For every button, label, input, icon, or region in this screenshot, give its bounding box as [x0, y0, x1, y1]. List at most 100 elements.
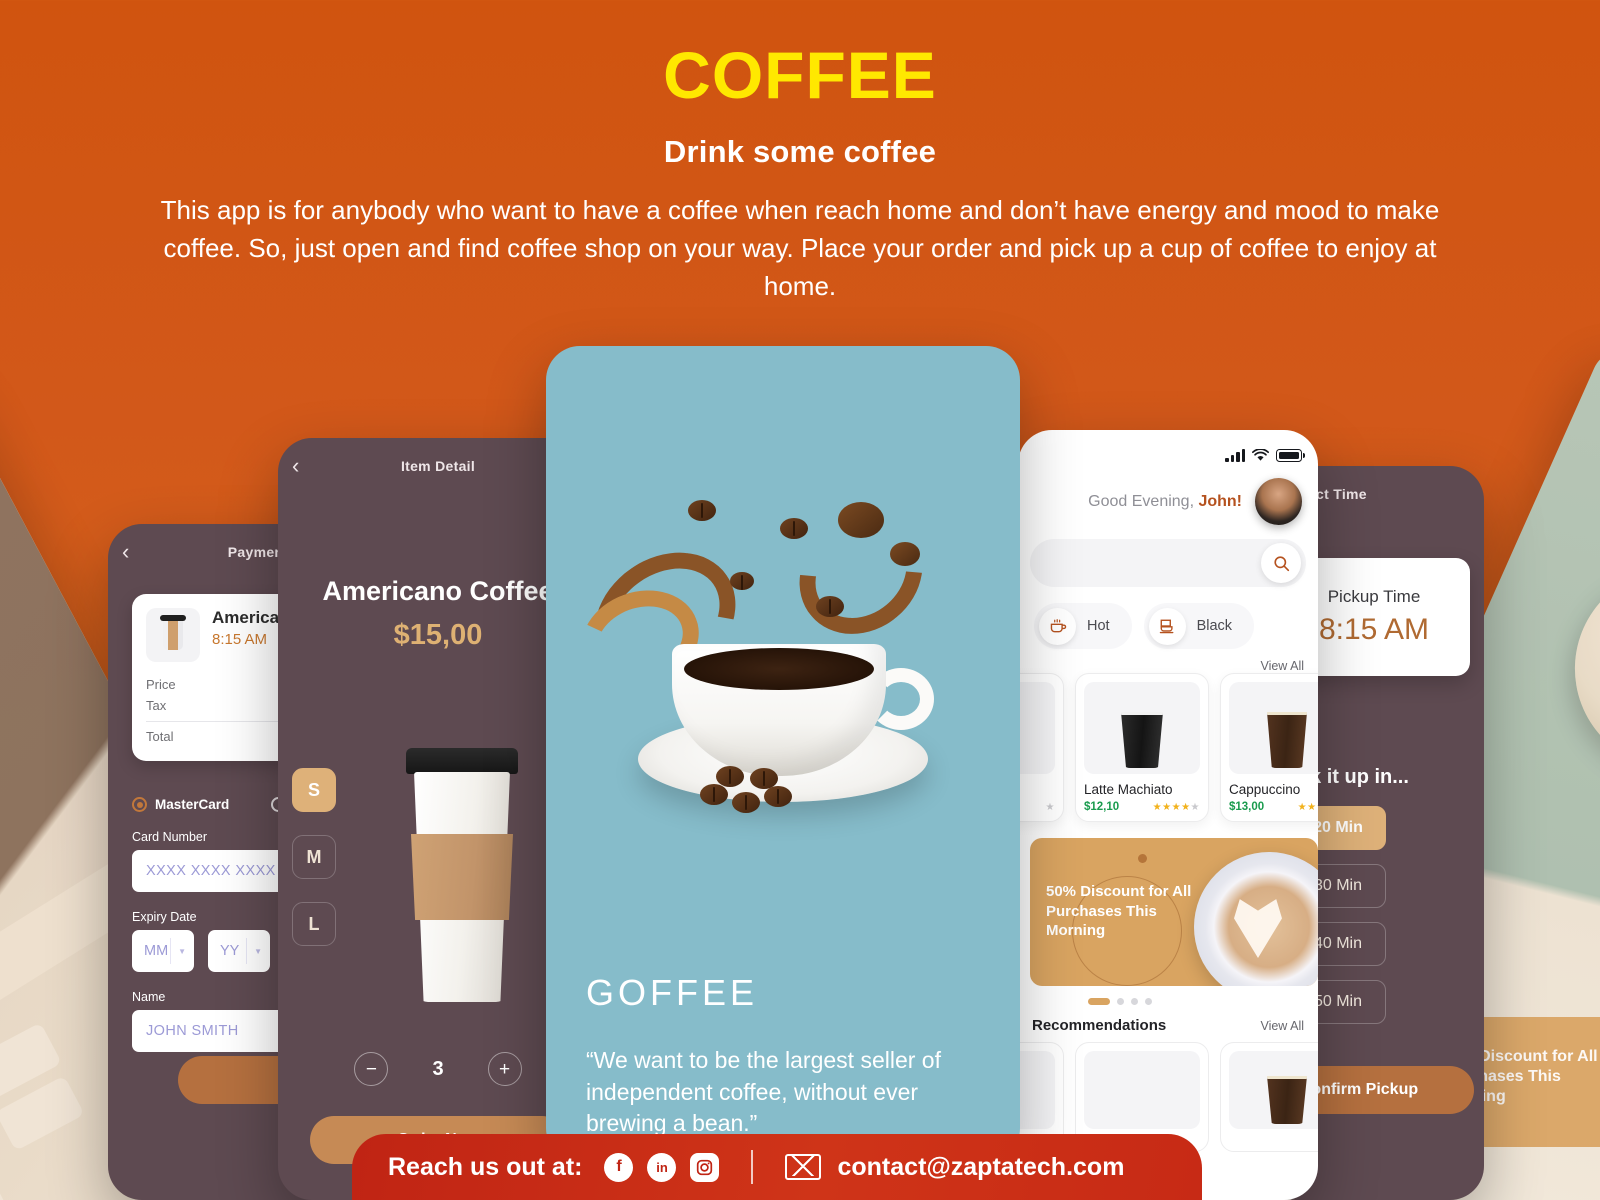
product-card[interactable]: ★ [1018, 673, 1064, 822]
battery-icon [1276, 448, 1305, 462]
promo-banner[interactable]: 50% Discount for All Purchases This Morn… [1030, 838, 1318, 986]
chevron-left-icon[interactable]: ‹ [292, 455, 299, 477]
facebook-icon[interactable]: f [604, 1152, 634, 1182]
coffee-splash-illustration [567, 489, 986, 926]
product-name: Cappuccino [1229, 782, 1301, 797]
brown-cup-icon [1229, 1051, 1318, 1129]
size-option-l[interactable]: L [292, 902, 336, 946]
page-subtitle: Drink some coffee [663, 134, 937, 169]
black-cup-icon [1018, 682, 1055, 774]
greeting-username: John! [1198, 492, 1242, 510]
carousel-dot[interactable] [1145, 998, 1152, 1005]
instagram-icon[interactable] [690, 1152, 720, 1182]
hot-coffee-icon [1039, 607, 1076, 645]
contact-footer: Reach us out at: f in contact@zaptatech.… [352, 1134, 1202, 1200]
minus-circle-icon[interactable]: − [354, 1052, 389, 1086]
coffee-bean-icon [732, 792, 760, 813]
search-input[interactable] [1030, 539, 1306, 587]
coffee-bean-icon [816, 596, 844, 617]
chip-label: Hot [1087, 618, 1110, 634]
chevron-down-icon: ▼ [246, 938, 262, 964]
phone-splash-screen: GOFFEE “We want to be the largest seller… [546, 346, 1020, 1162]
recommendation-card[interactable] [1220, 1042, 1318, 1152]
social-links: f in [604, 1152, 720, 1182]
cup-icon [1018, 1051, 1055, 1129]
plus-circle-icon[interactable]: + [487, 1052, 522, 1086]
size-option-s[interactable]: S [292, 768, 336, 812]
chevron-left-icon[interactable]: ‹ [122, 541, 129, 563]
coffee-cup-icon [146, 608, 200, 662]
chip-black[interactable]: Black [1143, 603, 1255, 649]
product-price: $12,10 [1084, 801, 1120, 813]
product-rating: ★★★★★ [1152, 801, 1200, 813]
payment-method-label: MasterCard [155, 797, 230, 812]
splash-drop-icon [838, 502, 884, 538]
carousel-dots[interactable] [1088, 998, 1318, 1005]
coffee-liquid-icon [684, 648, 874, 690]
product-price: $13,00 [1229, 801, 1265, 813]
chip-hot[interactable]: Hot [1034, 603, 1132, 649]
status-bar [1018, 430, 1318, 464]
expiry-year-value: YY [220, 943, 240, 959]
envelope-icon [785, 1154, 822, 1180]
cup-icon [1084, 1051, 1200, 1129]
size-option-m[interactable]: M [292, 835, 336, 879]
reach-us-label: Reach us out at: [388, 1152, 583, 1181]
coffee-cup-illustration [406, 748, 518, 1004]
recommendations-view-all[interactable]: View All [1260, 1019, 1304, 1033]
coffee-bean-icon [716, 766, 744, 787]
product-name: Latte Machiato [1084, 782, 1173, 797]
carousel-dot[interactable] [1117, 998, 1124, 1005]
phone-home-screen: Good Evening, John! Hot Black View All ★ [1018, 430, 1318, 1200]
chevron-down-icon: ▼ [170, 938, 186, 964]
product-list: ★ Latte Machiato $12,10 ★★★★★ Cappuccino… [1018, 673, 1318, 822]
pickup-time-label: Pickup Time [1327, 587, 1421, 606]
coffee-bean-icon [764, 786, 792, 807]
page-description: This app is for anybody who want to have… [160, 195, 1440, 301]
coffee-bean-icon [750, 768, 778, 789]
avatar[interactable] [1255, 478, 1302, 525]
page-title: COFFEE [663, 38, 937, 112]
expiry-month-value: MM [144, 943, 169, 959]
bg-right-cup-icon [1542, 536, 1600, 801]
hero-section: COFFEE Drink some coffee This app is for… [0, 0, 1600, 306]
product-card[interactable]: Latte Machiato $12,10 ★★★★★ [1075, 673, 1209, 822]
brand-quote: “We want to be the largest seller of ind… [586, 1046, 941, 1137]
splash-drop-icon [890, 542, 920, 566]
email-address[interactable]: contact@zaptatech.com [837, 1153, 1124, 1182]
payment-method-mastercard[interactable]: MasterCard [132, 797, 229, 812]
quantity-value: 3 [432, 1057, 444, 1080]
coffee-bean-icon [700, 784, 728, 805]
email-contact[interactable]: contact@zaptatech.com [785, 1153, 1124, 1182]
product-rating: ★★★★★ [1297, 801, 1318, 813]
footer-divider [751, 1150, 754, 1184]
expiry-year-select[interactable]: YY ▼ [208, 930, 270, 972]
greeting-text: Good Evening, John! [1088, 493, 1242, 511]
product-card[interactable]: Cappuccino $13,00 ★★★★★ [1220, 673, 1318, 822]
category-chips: Hot Black [1034, 603, 1318, 649]
size-selector: S M L [292, 768, 336, 946]
promo-dot-icon [1138, 854, 1147, 863]
coffee-bean-icon [730, 572, 754, 590]
greeting-row: Good Evening, John! [1018, 464, 1318, 525]
chip-label: Black [1196, 618, 1233, 634]
brown-cup-icon [1229, 682, 1318, 774]
product-rating: ★ [1045, 801, 1055, 813]
search-icon[interactable] [1261, 543, 1301, 583]
carousel-dot[interactable] [1131, 998, 1138, 1005]
product-name [1018, 782, 1055, 797]
brand-name: GOFFEE [586, 972, 759, 1013]
detail-title: Item Detail [400, 458, 476, 474]
carousel-dot-active[interactable] [1088, 998, 1110, 1005]
coffee-bean-icon [780, 518, 808, 539]
products-view-all[interactable]: View All [1018, 649, 1318, 673]
recommendations-title: Recommendations [1032, 1017, 1167, 1034]
radio-selected-icon [132, 797, 147, 812]
pickup-time-value: 8:15 AM [1318, 613, 1430, 646]
black-cup-icon [1084, 682, 1200, 774]
recommendations-header: Recommendations View All [1032, 1017, 1304, 1034]
wifi-icon [1252, 448, 1269, 461]
black-coffee-icon [1148, 607, 1186, 645]
expiry-month-select[interactable]: MM ▼ [132, 930, 194, 972]
linkedin-icon[interactable]: in [647, 1152, 677, 1182]
